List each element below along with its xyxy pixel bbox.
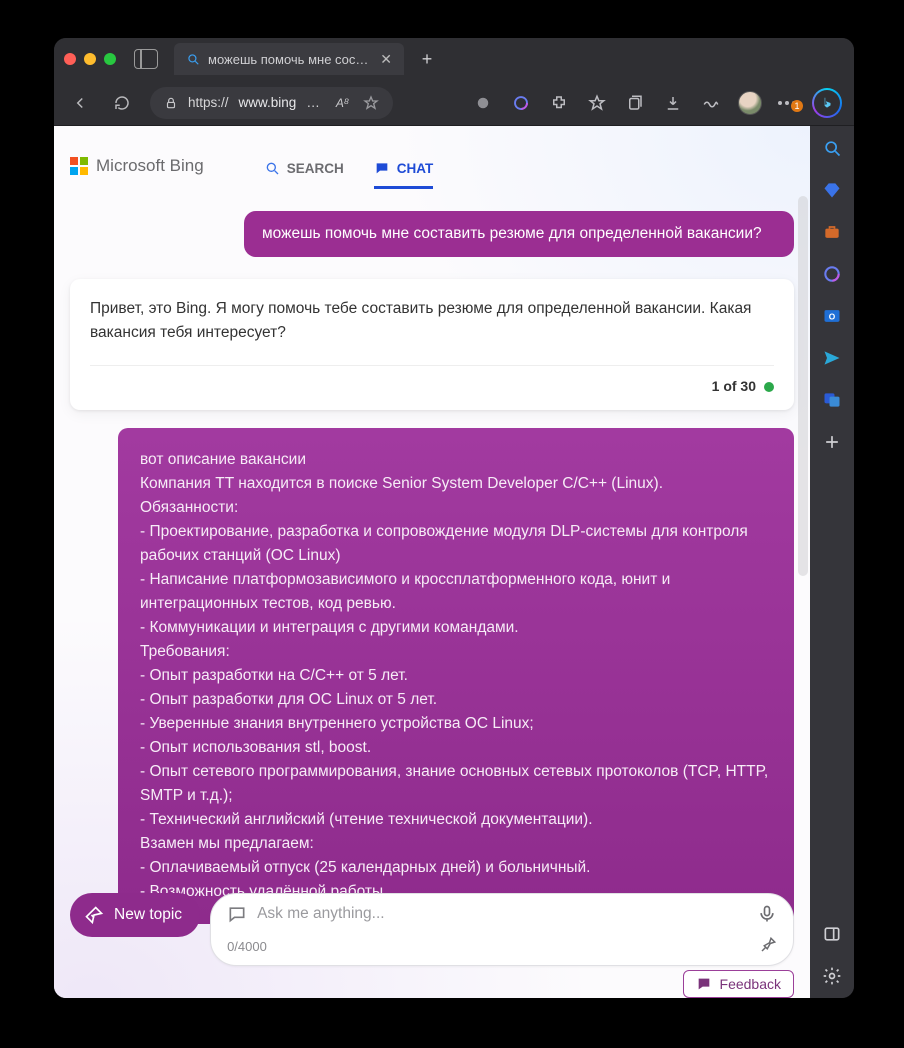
- scrollbar[interactable]: [798, 196, 808, 576]
- page: Microsoft Bing SEARCH CHAT: [54, 126, 810, 998]
- svg-text:O: O: [829, 311, 836, 321]
- new-topic-button[interactable]: New topic: [70, 893, 200, 937]
- sidebar-translate-icon[interactable]: [820, 388, 844, 412]
- content-column: Microsoft Bing SEARCH CHAT: [54, 126, 810, 998]
- sidebar-copilot-icon[interactable]: [820, 262, 844, 286]
- new-tab-button[interactable]: +: [414, 49, 440, 70]
- window-controls: [64, 53, 116, 65]
- favorite-star-icon[interactable]: [363, 95, 379, 111]
- reload-button[interactable]: [108, 89, 136, 117]
- tab-chat-label: CHAT: [397, 161, 434, 176]
- sidebar-outlook-icon[interactable]: O: [820, 304, 844, 328]
- compose-box: 0/4000: [210, 893, 794, 966]
- url-prefix: https://: [188, 95, 229, 110]
- tab-search-label: SEARCH: [287, 161, 344, 176]
- char-counter: 0/4000: [227, 939, 267, 954]
- user-message-1: можешь помочь мне составить резюме для о…: [244, 211, 794, 257]
- address-bar[interactable]: https:// www.bing … A⁸: [150, 87, 393, 119]
- favorites-icon[interactable]: [586, 92, 608, 114]
- chat-bubble-icon: [227, 904, 247, 924]
- microphone-icon[interactable]: [757, 904, 777, 924]
- search-icon: [186, 52, 200, 66]
- back-button[interactable]: [66, 89, 94, 117]
- bot-message-footer: 1 of 30: [90, 365, 774, 398]
- extensions-icon[interactable]: [548, 92, 570, 114]
- bing-header: Microsoft Bing SEARCH CHAT: [54, 126, 810, 189]
- chat-scroll: можешь помочь мне составить резюме для о…: [54, 189, 810, 998]
- broom-icon: [84, 905, 104, 925]
- sidebar-settings-icon[interactable]: [820, 964, 844, 988]
- sidebar-shopping-icon[interactable]: [820, 178, 844, 202]
- maximize-window-button[interactable]: [104, 53, 116, 65]
- status-dot-icon: [764, 382, 774, 392]
- tab-chat[interactable]: CHAT: [374, 160, 434, 189]
- tab-overview-icon[interactable]: [134, 49, 158, 69]
- feedback-label: Feedback: [720, 976, 781, 992]
- compose-area: New topic 0/4000: [54, 885, 810, 998]
- sidebar-tools-icon[interactable]: [820, 220, 844, 244]
- new-topic-label: New topic: [114, 906, 182, 924]
- sidebar-search-icon[interactable]: [820, 136, 844, 160]
- bot-message-1-text: Привет, это Bing. Я могу помочь тебе сос…: [90, 300, 751, 341]
- feedback-icon: [696, 976, 712, 992]
- microsoft-logo-icon: [70, 157, 88, 175]
- chat-icon: [374, 160, 390, 176]
- downloads-icon[interactable]: [662, 92, 684, 114]
- profile-avatar[interactable]: [738, 91, 762, 115]
- close-tab-button[interactable]: ✕: [378, 51, 394, 68]
- sidebar-send-icon[interactable]: [820, 346, 844, 370]
- url-suffix: …: [306, 95, 320, 110]
- body: Microsoft Bing SEARCH CHAT: [54, 126, 854, 998]
- right-sidebar: O: [810, 126, 854, 998]
- pin-icon[interactable]: [759, 936, 777, 957]
- lock-icon: [164, 96, 178, 110]
- copilot-icon[interactable]: [510, 92, 532, 114]
- user-message-2: вот описание вакансии Компания TT находи…: [118, 428, 794, 924]
- compose-input[interactable]: [257, 905, 747, 923]
- microsoft-bing-logo[interactable]: Microsoft Bing: [70, 156, 204, 176]
- toolbar: https:// www.bing … A⁸ 1: [54, 80, 854, 126]
- feedback-button[interactable]: Feedback: [683, 970, 794, 998]
- nav-tabs: SEARCH CHAT: [264, 160, 434, 189]
- page-inner: Microsoft Bing SEARCH CHAT: [54, 126, 810, 998]
- close-window-button[interactable]: [64, 53, 76, 65]
- tab-search[interactable]: SEARCH: [264, 160, 344, 189]
- user-message-2-text: вот описание вакансии Компания TT находи…: [140, 451, 773, 900]
- sidebar-add-icon[interactable]: [820, 430, 844, 454]
- bot-message-1: Привет, это Bing. Я могу помочь тебе сос…: [70, 279, 794, 410]
- browser-window: можешь помочь мне состави ✕ + https:// ww…: [54, 38, 854, 998]
- minimize-window-button[interactable]: [84, 53, 96, 65]
- performance-icon[interactable]: [700, 92, 722, 114]
- brand-text: Microsoft Bing: [96, 156, 204, 176]
- search-icon: [264, 160, 280, 176]
- reader-mode-icon[interactable]: A⁸: [336, 96, 349, 110]
- turn-counter: 1 of 30: [712, 376, 756, 398]
- user-message-1-text: можешь помочь мне составить резюме для о…: [262, 225, 762, 242]
- collections-icon[interactable]: [624, 92, 646, 114]
- url-host: www.bing: [239, 95, 297, 110]
- bing-sidebar-toggle[interactable]: [812, 88, 842, 118]
- more-menu-button[interactable]: 1: [778, 101, 796, 105]
- toolbar-right: 1: [472, 88, 842, 118]
- browser-tab[interactable]: можешь помочь мне состави ✕: [174, 43, 404, 75]
- tab-title: можешь помочь мне состави: [208, 52, 370, 67]
- shield-icon[interactable]: [472, 92, 494, 114]
- titlebar: можешь помочь мне состави ✕ +: [54, 38, 854, 80]
- sidebar-panel-icon[interactable]: [820, 922, 844, 946]
